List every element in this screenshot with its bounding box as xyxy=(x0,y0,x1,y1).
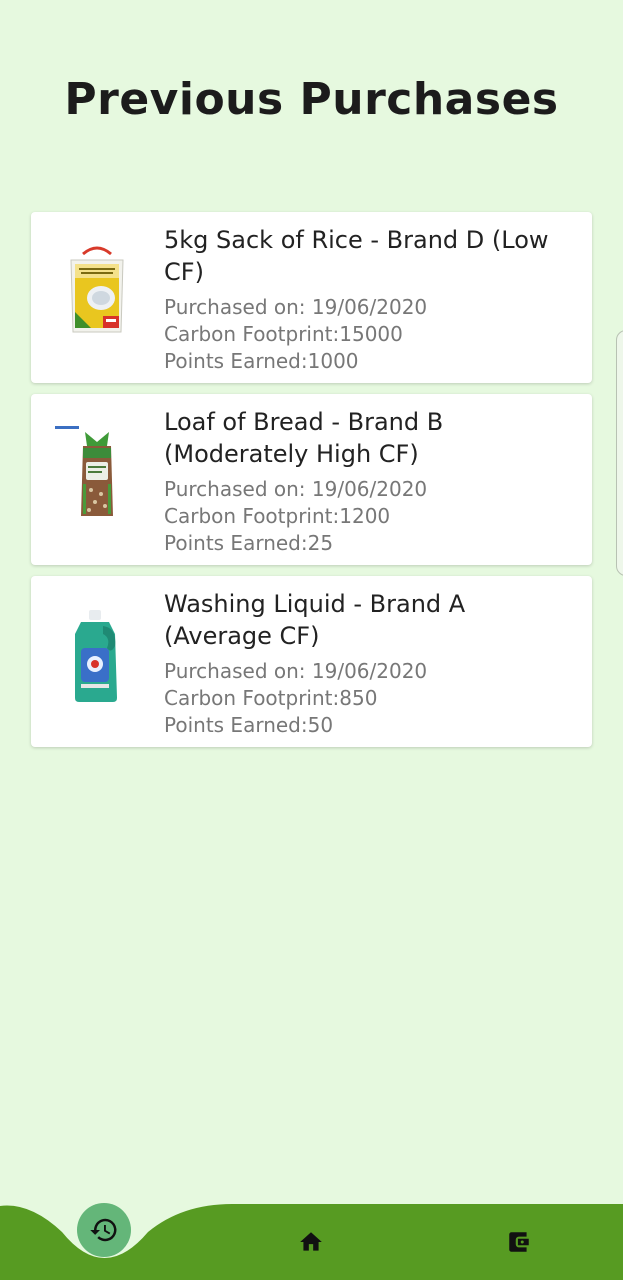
side-panel-handle[interactable] xyxy=(616,330,623,576)
purchase-title: Washing Liquid - Brand A (Average CF) xyxy=(164,590,466,650)
purchase-date: Purchased on: 19/06/2020 xyxy=(164,477,428,501)
purchase-title: 5kg Sack of Rice - Brand D (Low CF) xyxy=(164,226,549,286)
purchase-card[interactable]: Loaf of Bread - Brand B (Moderately High… xyxy=(31,394,592,565)
carbon-footprint: Carbon Footprint:15000 xyxy=(164,322,403,346)
purchase-date: Purchased on: 19/06/2020 xyxy=(164,295,428,319)
purchase-card[interactable]: Washing Liquid - Brand A (Average CF) Pu… xyxy=(31,576,592,747)
rice-sack-image xyxy=(51,240,143,340)
points-earned: Points Earned:25 xyxy=(164,531,334,555)
purchase-title: Loaf of Bread - Brand B (Moderately High… xyxy=(164,408,444,468)
carbon-footprint: Carbon Footprint:1200 xyxy=(164,504,391,528)
purchase-card[interactable]: 5kg Sack of Rice - Brand D (Low CF) Purc… xyxy=(31,212,592,383)
points-earned: Points Earned:50 xyxy=(164,713,334,737)
wallet-icon[interactable] xyxy=(506,1229,532,1255)
washing-liquid-image xyxy=(51,604,143,704)
bottom-navigation-bar xyxy=(0,1200,623,1280)
home-icon[interactable] xyxy=(298,1229,324,1255)
bread-loaf-image xyxy=(51,422,143,522)
purchase-date: Purchased on: 19/06/2020 xyxy=(164,659,428,683)
page-title: Previous Purchases xyxy=(64,74,559,125)
history-button[interactable] xyxy=(77,1203,131,1257)
history-icon xyxy=(90,1218,117,1242)
points-earned: Points Earned:1000 xyxy=(164,349,359,373)
carbon-footprint: Carbon Footprint:850 xyxy=(164,686,378,710)
